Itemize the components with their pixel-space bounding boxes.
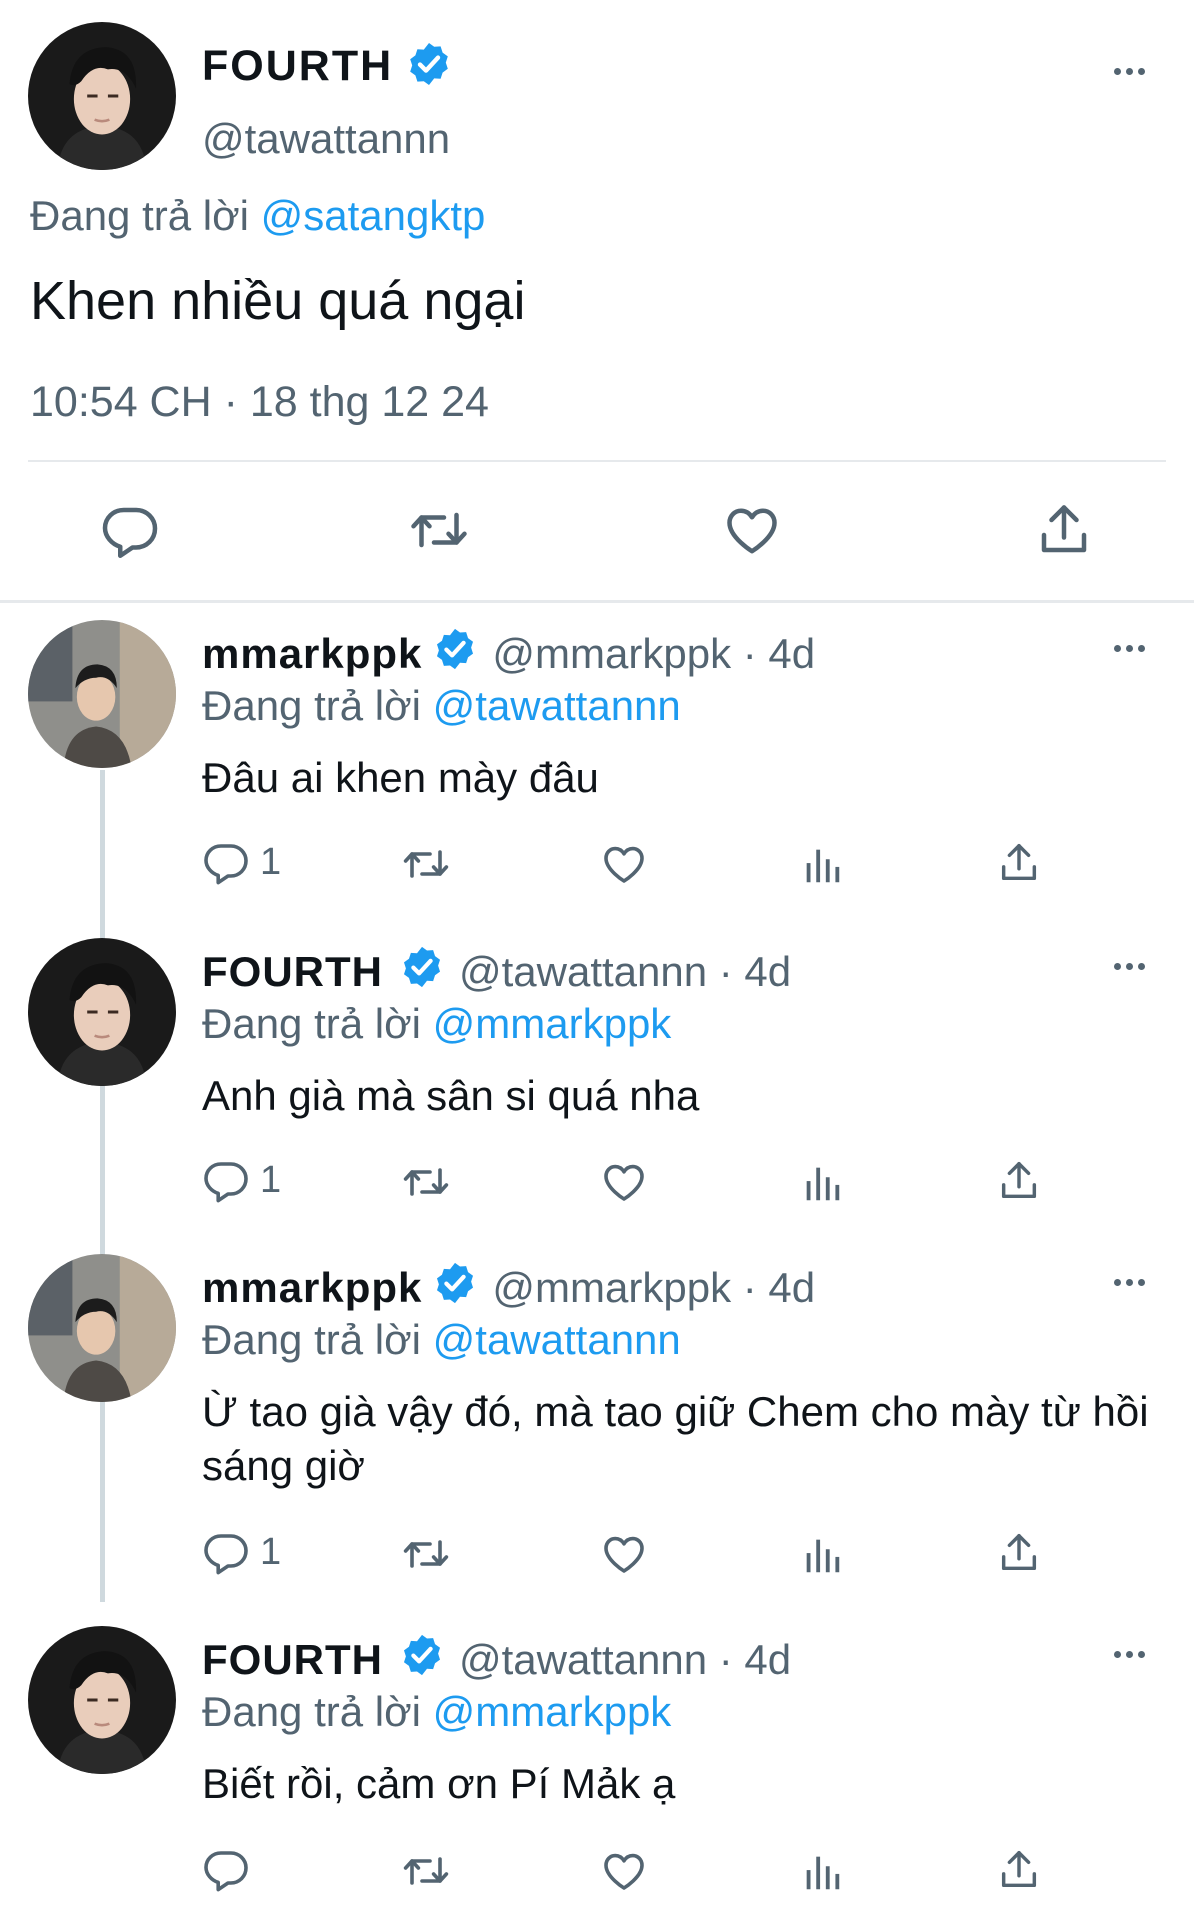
main-tweet-author[interactable]: FOURTH bbox=[202, 40, 453, 93]
views-icon[interactable] bbox=[799, 1849, 845, 1895]
reply-header: mmarkppk @mmarkppk · 4d bbox=[202, 1260, 815, 1316]
reply-header: FOURTH @tawattannn · 4d bbox=[202, 944, 791, 1000]
share-icon[interactable] bbox=[996, 1158, 1042, 1204]
reply-icon bbox=[202, 1156, 250, 1204]
reply-action[interactable]: 1 bbox=[202, 1528, 281, 1576]
share-icon[interactable] bbox=[996, 1847, 1042, 1893]
reply-to-mention[interactable]: @tawattannn bbox=[433, 1316, 681, 1363]
like-icon[interactable] bbox=[600, 1530, 648, 1578]
reply-icon bbox=[202, 1845, 250, 1893]
reply-action[interactable]: 1 bbox=[202, 1156, 281, 1204]
reply-to-mention[interactable]: @mmarkppk bbox=[433, 1688, 672, 1735]
reply-header: mmarkppk @mmarkppk · 4d bbox=[202, 626, 815, 682]
like-icon[interactable] bbox=[600, 840, 648, 888]
divider bbox=[28, 460, 1166, 462]
reply-avatar[interactable] bbox=[28, 620, 176, 768]
reply-to-mention[interactable]: @tawattannn bbox=[433, 682, 681, 729]
author-handle-time[interactable]: @mmarkppk · 4d bbox=[492, 1264, 815, 1312]
verified-badge-icon bbox=[399, 1632, 445, 1688]
author-handle-time[interactable]: @mmarkppk · 4d bbox=[492, 630, 815, 678]
replying-to: Đang trả lời @tawattannn bbox=[202, 1316, 681, 1364]
reply-icon bbox=[202, 838, 250, 886]
tweet-text: Đâu ai khen mày đâu bbox=[202, 754, 599, 801]
tweet-text: Biết rồi, cảm ơn Pí Mảk ạ bbox=[202, 1760, 676, 1807]
replying-to: Đang trả lời @mmarkppk bbox=[202, 1000, 671, 1048]
replying-to: Đang trả lời @tawattannn bbox=[202, 682, 681, 730]
like-icon[interactable] bbox=[722, 500, 782, 560]
tweet-text: Ừ tao già vậy đó, mà tao giữ Chem cho mà… bbox=[202, 1388, 1149, 1489]
reply-avatar[interactable] bbox=[28, 1626, 176, 1774]
more-icon[interactable] bbox=[1114, 963, 1145, 970]
author-name[interactable]: mmarkppk bbox=[202, 1264, 422, 1312]
reply-prefix: Đang trả lời bbox=[30, 192, 249, 239]
more-icon[interactable] bbox=[1114, 1279, 1145, 1286]
share-icon[interactable] bbox=[996, 1530, 1042, 1576]
reply-action[interactable]: 1 bbox=[202, 838, 281, 886]
reply-avatar[interactable] bbox=[28, 938, 176, 1086]
more-icon[interactable] bbox=[1114, 68, 1145, 75]
verified-badge-icon bbox=[432, 626, 478, 682]
reply-count: 1 bbox=[260, 1158, 282, 1201]
retweet-icon[interactable] bbox=[400, 1530, 452, 1578]
main-tweet-avatar[interactable] bbox=[28, 22, 176, 170]
retweet-icon[interactable] bbox=[400, 840, 452, 888]
reply-icon bbox=[202, 1528, 250, 1576]
author-handle[interactable]: @tawattannn bbox=[202, 115, 450, 163]
reply-to-mention[interactable]: @satangktp bbox=[261, 192, 486, 239]
reply-icon[interactable] bbox=[100, 500, 160, 560]
reply-to-mention[interactable]: @mmarkppk bbox=[433, 1000, 672, 1047]
share-icon[interactable] bbox=[1034, 500, 1094, 560]
tweet-text: Khen nhiều quá ngại bbox=[30, 271, 526, 331]
author-handle-time[interactable]: @tawattannn · 4d bbox=[459, 1636, 791, 1684]
views-icon[interactable] bbox=[799, 1532, 845, 1578]
reply-action[interactable] bbox=[202, 1845, 260, 1893]
author-name[interactable]: mmarkppk bbox=[202, 630, 422, 678]
like-icon[interactable] bbox=[600, 1158, 648, 1206]
more-icon[interactable] bbox=[1114, 645, 1145, 652]
retweet-icon[interactable] bbox=[400, 1847, 452, 1895]
retweet-icon[interactable] bbox=[408, 500, 470, 560]
tweet-timestamp[interactable]: 10:54 CH · 18 thg 12 24 bbox=[30, 378, 489, 427]
divider bbox=[0, 600, 1194, 603]
author-name[interactable]: FOURTH bbox=[202, 42, 393, 91]
retweet-icon[interactable] bbox=[400, 1158, 452, 1206]
reply-prefix: Đang trả lời bbox=[202, 682, 421, 729]
verified-badge-icon bbox=[405, 40, 453, 93]
author-name[interactable]: FOURTH bbox=[202, 1636, 383, 1684]
verified-badge-icon bbox=[432, 1260, 478, 1316]
author-handle-time[interactable]: @tawattannn · 4d bbox=[459, 948, 791, 996]
reply-avatar[interactable] bbox=[28, 1254, 176, 1402]
reply-prefix: Đang trả lời bbox=[202, 1000, 421, 1047]
reply-count: 1 bbox=[260, 840, 282, 883]
views-icon[interactable] bbox=[799, 1160, 845, 1206]
share-icon[interactable] bbox=[996, 840, 1042, 886]
thread-line bbox=[100, 770, 105, 1602]
author-name[interactable]: FOURTH bbox=[202, 948, 383, 996]
tweet-text: Anh già mà sân si quá nha bbox=[202, 1072, 700, 1119]
views-icon[interactable] bbox=[799, 842, 845, 888]
replying-to: Đang trả lời @mmarkppk bbox=[202, 1688, 671, 1736]
replying-to: Đang trả lời @satangktp bbox=[30, 192, 485, 240]
reply-prefix: Đang trả lời bbox=[202, 1688, 421, 1735]
reply-header: FOURTH @tawattannn · 4d bbox=[202, 1632, 791, 1688]
like-icon[interactable] bbox=[600, 1847, 648, 1895]
reply-count: 1 bbox=[260, 1530, 282, 1573]
verified-badge-icon bbox=[399, 944, 445, 1000]
reply-prefix: Đang trả lời bbox=[202, 1316, 421, 1363]
more-icon[interactable] bbox=[1114, 1651, 1145, 1658]
